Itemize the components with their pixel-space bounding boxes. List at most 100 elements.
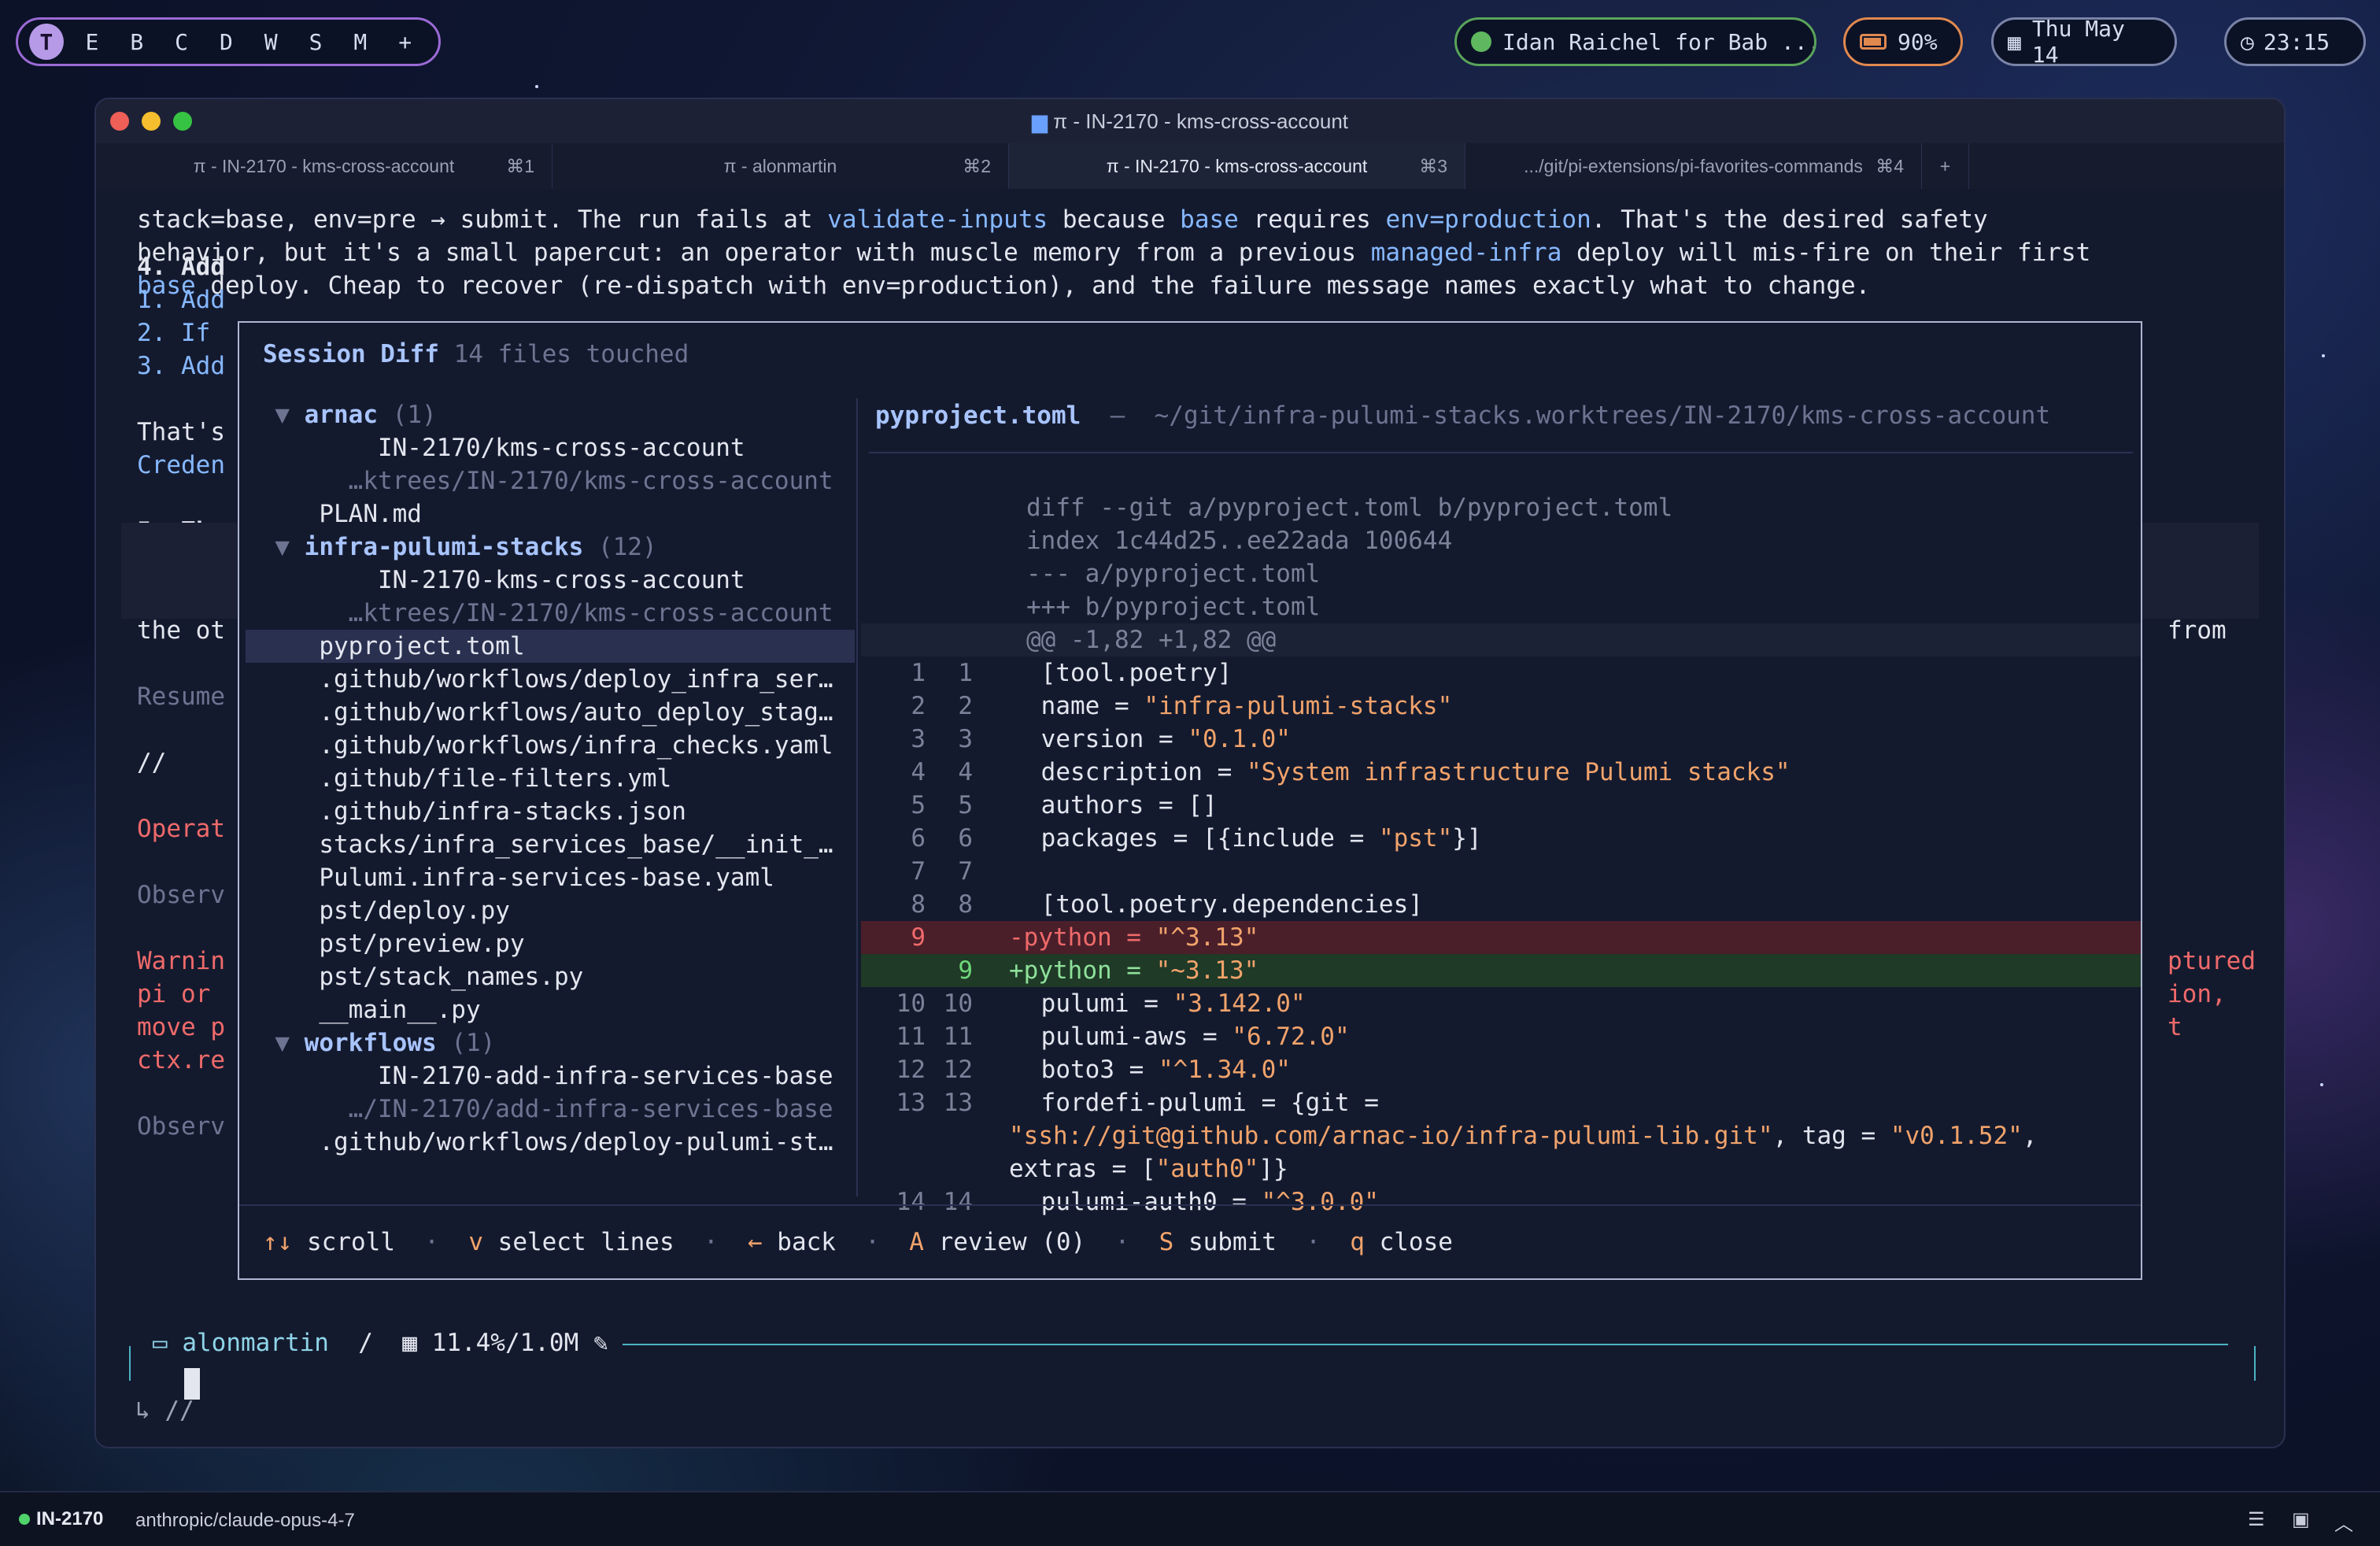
diff-line[interactable]: 10 10 pulumi = "3.142.0" (861, 987, 2141, 1020)
keybind-back[interactable]: ← back (748, 1228, 836, 1256)
tree-item[interactable]: .github/workflows/auto_deploy_stag… (246, 696, 855, 729)
diff-line[interactable]: "ssh://git@github.com/arnac-io/infra-pul… (861, 1119, 2141, 1152)
diff-line[interactable]: +++ b/pyproject.toml (861, 590, 2141, 623)
workspace-c[interactable]: C (159, 29, 204, 55)
tree-item[interactable]: IN-2170/kms-cross-account (246, 431, 855, 464)
keybind-close[interactable]: q close (1350, 1228, 1453, 1256)
list-icon[interactable]: ☰ (2248, 1508, 2265, 1531)
code-text: diff --git a/pyproject.toml b/pyproject.… (1026, 494, 1673, 522)
workspace-s[interactable]: S (294, 29, 338, 55)
file-tree: ▼ arnac (1) IN-2170/kms-cross-account …k… (246, 398, 855, 1159)
tree-item[interactable]: …/IN-2170/add-infra-services-base (246, 1093, 855, 1126)
new-tab-button[interactable]: + (1922, 143, 1969, 189)
close-window-button[interactable] (110, 112, 129, 131)
terminal-fragment: Resume (137, 682, 225, 711)
tree-item[interactable]: stacks/infra_services_base/__init_… (246, 828, 855, 861)
keybind-review[interactable]: A review (0) (909, 1228, 1085, 1256)
diff-code: boto3 = "^1.34.0" (1026, 1053, 1291, 1086)
date-widget[interactable]: ▦ Thu May 14 (1991, 16, 2177, 68)
tab-2[interactable]: π - alonmartin ⌘2 (552, 143, 1009, 189)
tree-item[interactable]: pst/stack_names.py (246, 960, 855, 993)
tree-group-label: workflows (304, 1029, 437, 1057)
tab-3[interactable]: π - IN-2170 - kms-cross-account ⌘3 (1009, 143, 1465, 189)
now-playing-widget[interactable]: Idan Raichel for Bab ... (1454, 17, 1816, 66)
diff-line[interactable]: 9 +python = "~3.13" (861, 954, 2141, 987)
diff-line[interactable]: 14 14 pulumi-auth0 = "^3.0.0" (861, 1185, 2141, 1219)
new-line-number: 8 (958, 890, 973, 919)
tree-item[interactable]: IN-2170-add-infra-services-base (246, 1060, 855, 1093)
tree-item[interactable]: Pulumi.infra-services-base.yaml (246, 861, 855, 894)
new-line-number: 9 (958, 956, 973, 985)
tab-4[interactable]: .../git/pi-extensions/pi-favorites-comma… (1465, 143, 1922, 189)
code-text: --- a/pyproject.toml (1026, 560, 1321, 588)
tree-item[interactable]: .github/file-filters.yml (246, 762, 855, 795)
tree-item-label: .github/workflows/infra_checks.yaml (319, 731, 833, 760)
workspace-d[interactable]: D (204, 29, 249, 55)
diff-line[interactable]: extras = ["auth0"]} (861, 1152, 2141, 1185)
clock-icon: ◷ (2241, 28, 2254, 55)
workspace-w[interactable]: W (249, 29, 294, 55)
tree-item[interactable]: .github/infra-stacks.json (246, 795, 855, 828)
keybind-select[interactable]: v select lines (468, 1228, 674, 1256)
clock-widget[interactable]: ◷ 23:15 (2224, 17, 2366, 66)
minimize-window-button[interactable] (142, 112, 161, 131)
tree-group[interactable]: ▼ infra-pulumi-stacks (12) (246, 531, 855, 564)
tab-1[interactable]: π - IN-2170 - kms-cross-account ⌘1 (96, 143, 552, 189)
tree-item[interactable]: …ktrees/IN-2170/kms-cross-account (246, 464, 855, 497)
workspace-m[interactable]: M (338, 29, 382, 55)
diff-line[interactable]: 3 3 version = "0.1.0" (861, 723, 2141, 756)
diff-line[interactable]: 8 8 [tool.poetry.dependencies] (861, 888, 2141, 921)
tree-item[interactable]: .github/workflows/deploy_infra_ser… (246, 663, 855, 696)
tree-item[interactable]: PLAN.md (246, 497, 855, 531)
diff-line[interactable]: 11 11 pulumi-aws = "6.72.0" (861, 1020, 2141, 1053)
diff-line[interactable]: index 1c44d25..ee22ada 100644 (861, 524, 2141, 557)
workspace-add[interactable]: + (382, 29, 427, 55)
lock-icon[interactable]: ▣ (2292, 1508, 2310, 1531)
diff-line[interactable]: 77 (861, 855, 2141, 888)
code-text: boto3 = (1026, 1056, 1159, 1084)
battery-widget[interactable]: 90% (1843, 17, 1963, 66)
terminal-fragment: Observ (137, 1112, 225, 1141)
tree-group[interactable]: ▼ arnac (1) (246, 398, 855, 431)
branch-indicator[interactable]: IN-2170 (19, 1508, 103, 1530)
expand-caret-icon[interactable]: ▼ (275, 533, 290, 561)
zoom-window-button[interactable] (173, 112, 192, 131)
code-text: index 1c44d25..ee22ada 100644 (1026, 527, 1453, 555)
chevron-up-icon[interactable]: ︿ (2334, 1508, 2353, 1536)
code-text: description = (1026, 758, 1247, 786)
terminal-fragment: the ot (137, 616, 225, 645)
workspace-e[interactable]: E (70, 29, 115, 55)
diff-line[interactable]: 13 13 fordefi-pulumi = {git = (861, 1086, 2141, 1119)
keybind-submit[interactable]: S submit (1159, 1228, 1277, 1256)
tree-group[interactable]: ▼ workflows (1) (246, 1026, 855, 1060)
diff-line[interactable]: 4 4 description = "System infrastructure … (861, 756, 2141, 789)
key-label: back (777, 1228, 836, 1256)
diff-line[interactable]: 2 2 name = "infra-pulumi-stacks" (861, 690, 2141, 723)
tree-item[interactable]: IN-2170-kms-cross-account (246, 564, 855, 597)
tree-item[interactable]: .github/workflows/deploy-pulumi-st… (246, 1126, 855, 1159)
workspace-t[interactable]: T (29, 24, 64, 60)
terminal-line-1: stack=base, env=pre → submit. The run fa… (137, 205, 1988, 234)
diff-line[interactable]: 9 -python = "^3.13" (861, 921, 2141, 954)
diff-line[interactable]: diff --git a/pyproject.toml b/pyproject.… (861, 491, 2141, 524)
tree-item[interactable]: pst/preview.py (246, 927, 855, 960)
tree-item[interactable]: …ktrees/IN-2170/kms-cross-account (246, 597, 855, 630)
diff-line[interactable]: @@ -1,82 +1,82 @@ (861, 623, 2141, 656)
tree-item[interactable]: .github/workflows/infra_checks.yaml (246, 729, 855, 762)
expand-caret-icon[interactable]: ▼ (275, 1029, 290, 1057)
expand-caret-icon[interactable]: ▼ (275, 401, 290, 429)
diff-line[interactable]: 6 6 packages = [{include = "pst"}] (861, 822, 2141, 855)
workspace-b[interactable]: B (114, 29, 159, 55)
tree-item[interactable]: pyproject.toml (246, 630, 855, 663)
tree-item[interactable]: __main__.py (246, 993, 855, 1026)
diff-line[interactable]: 5 5 authors = [] (861, 789, 2141, 822)
diff-line[interactable]: 12 12 boto3 = "^1.34.0" (861, 1053, 2141, 1086)
keybind-scroll[interactable]: ↑↓ scroll (263, 1228, 395, 1256)
prompt-status-line: ▭ alonmartin / ▦ 11.4%/1.0M ✎ (153, 1329, 2229, 1357)
code-text: version = (1026, 725, 1188, 753)
code-string: "System infrastructure Pulumi stacks" (1246, 758, 1791, 786)
diff-line[interactable]: 1 1 [tool.poetry] (861, 656, 2141, 690)
tree-item-label: pst/deploy.py (319, 897, 510, 925)
diff-line[interactable]: --- a/pyproject.toml (861, 557, 2141, 590)
tree-item[interactable]: pst/deploy.py (246, 894, 855, 927)
